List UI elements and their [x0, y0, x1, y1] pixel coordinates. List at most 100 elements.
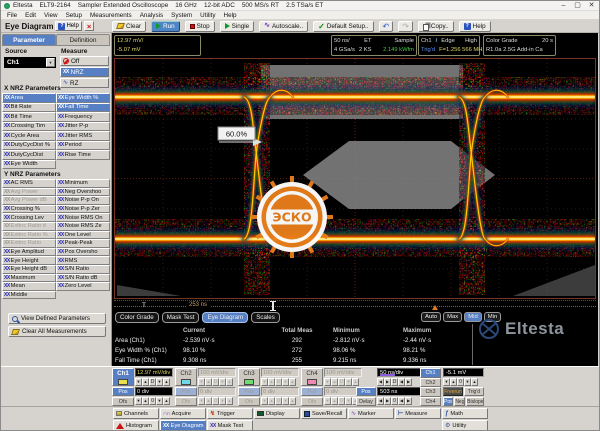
param-button[interactable]: Neg Overshoo — [56, 188, 110, 197]
source-select[interactable]: Ch1 ▼ — [4, 57, 56, 68]
trigger-source-button[interactable]: Ch1 — [420, 368, 441, 378]
decrease-fine-button[interactable] — [156, 378, 163, 386]
param-button[interactable]: Crossing Lev — [2, 213, 56, 222]
clear-button[interactable]: Clear — [112, 21, 146, 32]
position-mode-button[interactable]: Pos — [301, 387, 323, 396]
default-scale-button[interactable] — [391, 378, 398, 386]
menu-item[interactable]: View — [40, 12, 62, 19]
param-button[interactable]: Mean — [2, 282, 56, 291]
minimize-icon[interactable]: – — [559, 2, 568, 10]
decrease-fine-button[interactable] — [345, 397, 352, 405]
decrease-fine-button[interactable] — [345, 378, 352, 386]
help-button[interactable]: ?Help — [459, 21, 491, 32]
menu-item[interactable]: Measurements — [86, 12, 136, 19]
param-button[interactable]: Cycle Area — [2, 131, 56, 141]
trigger-source-button[interactable]: Ch3 — [420, 387, 441, 397]
param-button[interactable]: Fall Time — [56, 103, 110, 113]
measure-rz-button[interactable]: ∿RZ — [60, 78, 109, 88]
menu-item[interactable]: System — [167, 12, 196, 19]
increase-coarse-button[interactable] — [142, 397, 149, 405]
increase-fine-button[interactable] — [405, 397, 412, 405]
increase-fine-button[interactable] — [405, 378, 412, 386]
increase-coarse-button[interactable] — [331, 397, 338, 405]
zero-position-button[interactable] — [338, 397, 345, 405]
increase-fine-button[interactable] — [163, 397, 170, 405]
increase-coarse-button[interactable] — [384, 378, 391, 386]
increase-coarse-button[interactable] — [450, 378, 457, 386]
sidebar-tab[interactable]: Parameter — [2, 34, 56, 46]
param-button[interactable]: AC RMS — [2, 179, 56, 188]
trigger-source-button[interactable]: Ch2 — [420, 378, 441, 388]
sidebar-tab[interactable]: Definition — [56, 34, 110, 46]
channel-button[interactable]: Ch3 — [238, 368, 260, 386]
param-button[interactable]: Avg Power dB — [2, 196, 56, 205]
decrease-fine-button[interactable] — [398, 378, 405, 386]
param-button[interactable]: Noise RMS On — [56, 213, 110, 222]
offset-mode-button[interactable]: Ofs — [175, 397, 197, 406]
increase-fine-button[interactable] — [289, 378, 296, 386]
zero-position-button[interactable] — [149, 397, 156, 405]
zero-delay-button[interactable] — [391, 397, 398, 405]
nav-math-button[interactable]: ƒMath — [442, 408, 488, 419]
decrease-fine-button[interactable] — [156, 397, 163, 405]
decrease-coarse-button[interactable] — [443, 378, 450, 386]
position-mode-button[interactable]: Pos — [112, 387, 134, 396]
decrease-coarse-button[interactable] — [135, 378, 142, 386]
param-button[interactable]: Eye Amplitud — [2, 248, 56, 257]
maximize-icon[interactable]: ▢ — [573, 2, 582, 10]
nav-measure-button[interactable]: ⊢Measure — [395, 408, 441, 419]
decrease-fine-button[interactable] — [282, 378, 289, 386]
param-button[interactable]: Jitter P-p — [56, 122, 110, 132]
run-button[interactable]: Run — [151, 21, 180, 32]
decrease-fine-button[interactable] — [219, 378, 226, 386]
measurement-tab[interactable]: Color Grade — [115, 312, 159, 323]
param-button[interactable]: Eye Height dB — [2, 265, 56, 274]
increase-fine-button[interactable] — [471, 378, 478, 386]
param-button[interactable]: Area — [2, 93, 56, 103]
menu-item[interactable]: Utility — [196, 12, 219, 19]
waveform-plot[interactable]: ЭСКО 60.0% — [114, 58, 596, 299]
param-button[interactable]: Frequency — [56, 112, 110, 122]
undo-button[interactable]: ↶ — [379, 21, 394, 32]
autoscale-button[interactable]: ∿Autoscale.. — [259, 21, 308, 32]
nav-marker-button[interactable]: ∿Marker — [348, 408, 394, 419]
increase-coarse-button[interactable] — [142, 378, 149, 386]
increase-coarse-button[interactable] — [384, 397, 391, 405]
menu-item[interactable]: Help — [220, 12, 241, 19]
offset-mode-button[interactable]: Ofs — [301, 397, 323, 406]
param-button[interactable]: Rise Time — [56, 150, 110, 160]
param-button[interactable]: Maximum — [2, 274, 56, 283]
nav-trigger-button[interactable]: ↯Trigger — [207, 408, 253, 419]
scale-mode-button[interactable]: Max — [443, 312, 462, 322]
nav-histogram-button[interactable]: Histogram — [113, 420, 159, 431]
param-button[interactable]: Minimum — [56, 179, 110, 188]
param-button[interactable]: Period — [56, 141, 110, 151]
decrease-coarse-button[interactable] — [324, 397, 331, 405]
horizontal-position-bar[interactable]: T 253 ns — [114, 300, 596, 311]
trigger-slope-button[interactable]: Bislope — [466, 397, 484, 406]
zero-position-button[interactable] — [212, 397, 219, 405]
param-button[interactable]: Pos Oversho — [56, 248, 110, 257]
param-button[interactable]: Extinc Ratio — [2, 239, 56, 248]
param-button[interactable]: DutyCycDist % — [2, 141, 56, 151]
decrease-coarse-button[interactable] — [198, 378, 205, 386]
menu-item[interactable]: Analysis — [136, 12, 167, 19]
scale-mode-button[interactable]: Auto — [421, 312, 441, 322]
decrease-coarse-button[interactable] — [261, 378, 268, 386]
redo-button[interactable]: ↷ — [398, 21, 413, 32]
view-defined-parameters-button[interactable]: View Defined Parameters — [8, 313, 106, 324]
param-button[interactable]: Bit Time — [2, 112, 56, 122]
delay-mode-button[interactable]: Delay — [356, 397, 376, 406]
offset-mode-button[interactable]: Ofs — [238, 397, 260, 406]
nav-utility-button[interactable]: ⚙Utility — [442, 420, 488, 431]
param-button[interactable]: S/N Ratio — [56, 265, 110, 274]
increase-coarse-button[interactable] — [205, 397, 212, 405]
nav-channels-button[interactable]: Channels — [113, 408, 159, 419]
position-mode-button[interactable]: Pos — [175, 387, 197, 396]
param-button[interactable]: S/N Ratio dB — [56, 274, 110, 283]
menu-item[interactable]: Setup — [62, 12, 86, 19]
increase-coarse-button[interactable] — [205, 378, 212, 386]
param-button[interactable]: Crossing % — [2, 205, 56, 214]
nav-save-recall-button[interactable]: Save/Recall — [301, 408, 347, 419]
param-button[interactable]: Eye Width — [2, 160, 56, 170]
